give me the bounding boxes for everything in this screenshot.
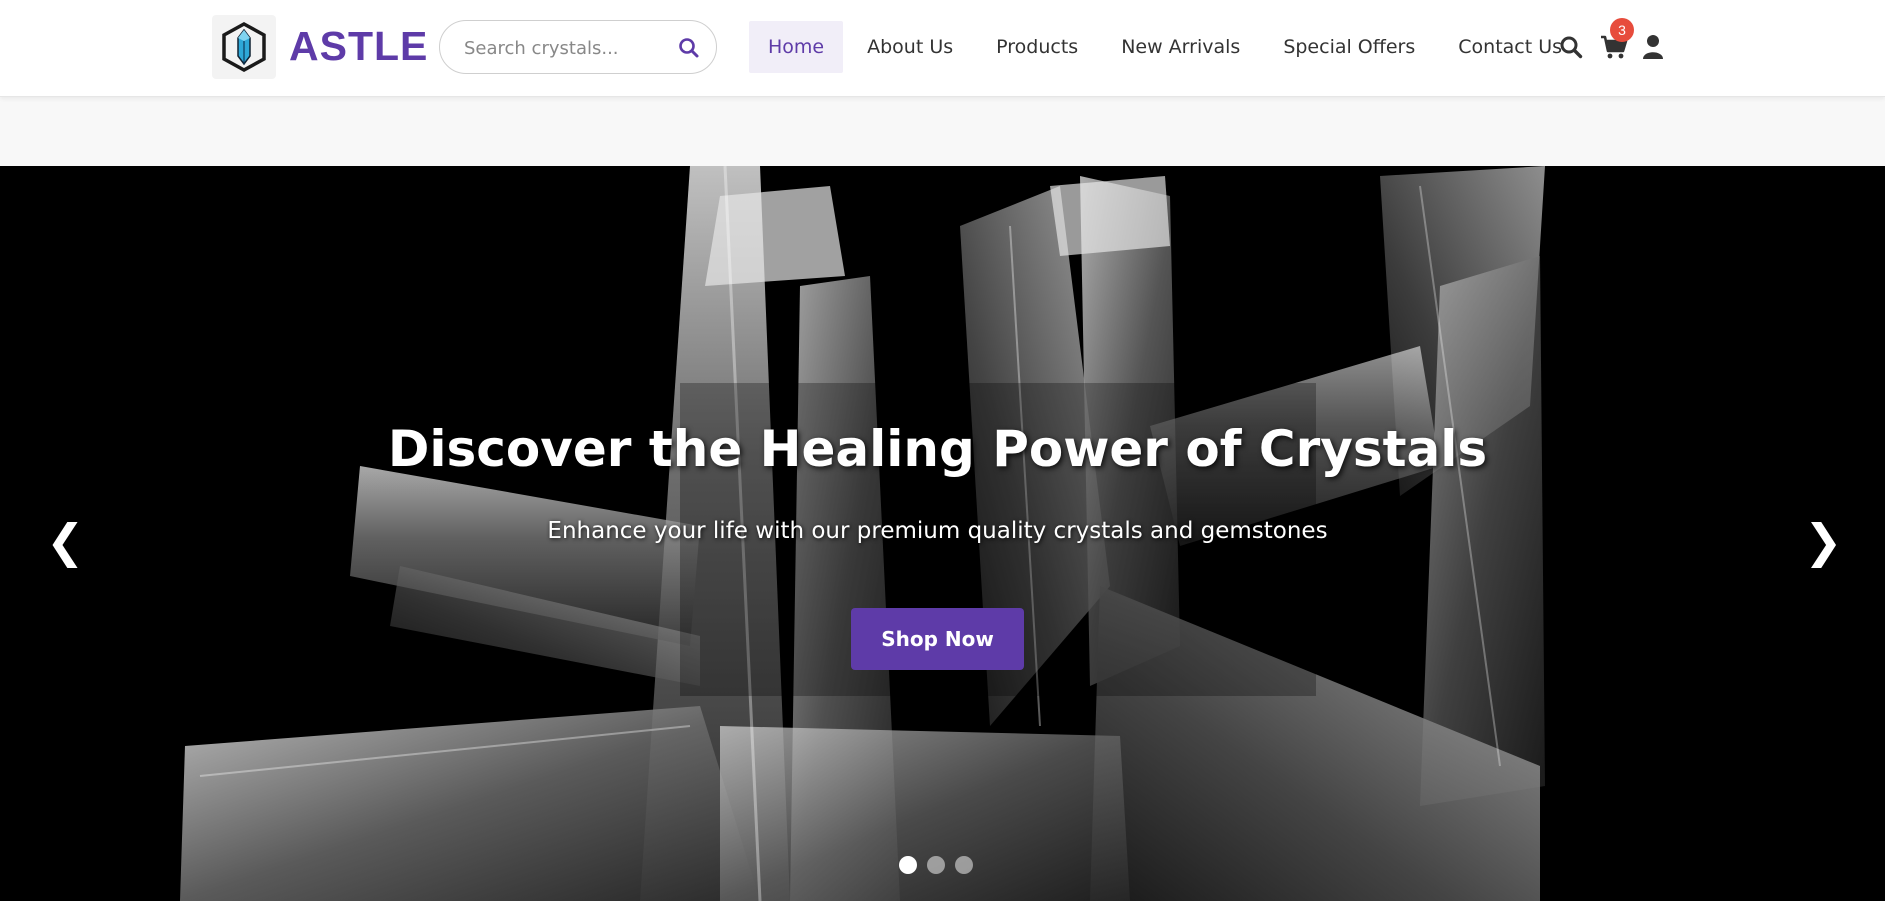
cart-count-badge: 3	[1610, 18, 1634, 42]
hero-carousel: Discover the Healing Power of Crystals E…	[0, 166, 1885, 901]
carousel-dot-2[interactable]	[927, 856, 945, 874]
carousel-dot-1[interactable]	[899, 856, 917, 874]
search-box	[439, 20, 717, 74]
nav-products[interactable]: Products	[977, 21, 1097, 73]
brand-name[interactable]: ASTLE	[289, 21, 428, 71]
user-icon	[1643, 35, 1663, 59]
nav-about-us[interactable]: About Us	[848, 21, 972, 73]
carousel-next-icon[interactable]: ❯	[1804, 516, 1843, 566]
nav-home[interactable]: Home	[749, 21, 844, 73]
carousel-prev-icon[interactable]: ❮	[46, 516, 85, 566]
site-header: ASTLE Home About Us Products New Arrival…	[0, 0, 1885, 97]
search-input[interactable]	[464, 35, 664, 61]
main-nav: Home About Us Products New Arrivals Spec…	[749, 21, 1586, 73]
nav-new-arrivals[interactable]: New Arrivals	[1102, 21, 1259, 73]
account-button[interactable]	[1641, 32, 1665, 62]
header-search-button[interactable]	[1558, 32, 1584, 62]
shop-now-button[interactable]: Shop Now	[851, 608, 1024, 670]
search-icon	[1560, 36, 1583, 59]
crystal-hexagon-logo-icon	[222, 22, 266, 72]
header-spacer-strip	[0, 97, 1885, 166]
logo[interactable]	[212, 15, 276, 79]
search-icon[interactable]	[678, 37, 700, 59]
carousel-indicators	[899, 856, 983, 874]
hero-subtitle: Enhance your life with our premium quali…	[547, 518, 1328, 544]
carousel-dot-3[interactable]	[955, 856, 973, 874]
hero-title: Discover the Healing Power of Crystals	[387, 420, 1488, 478]
nav-special-offers[interactable]: Special Offers	[1264, 21, 1434, 73]
